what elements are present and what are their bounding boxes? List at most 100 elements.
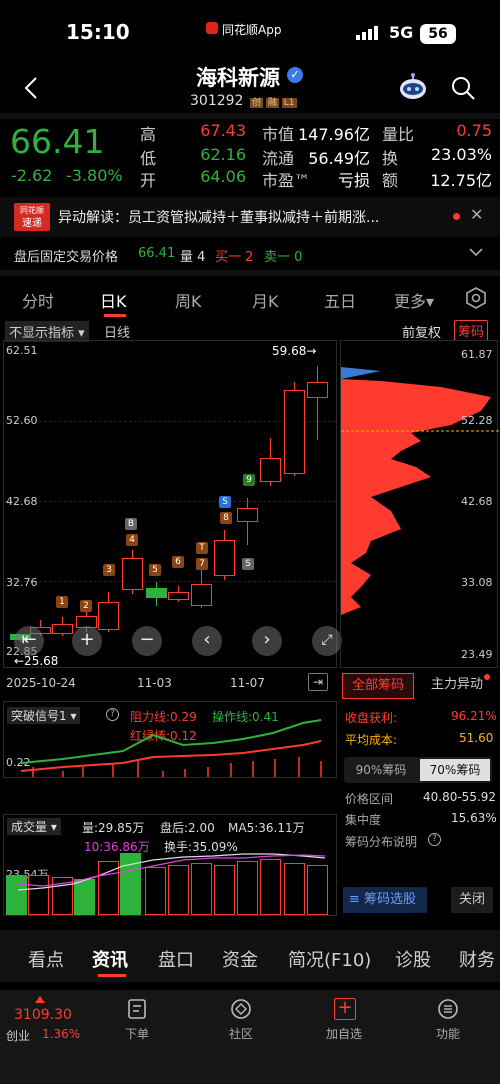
period-label: 日线 bbox=[104, 326, 131, 341]
stat-value: 23.03% bbox=[430, 145, 492, 164]
all-chips-button[interactable]: 全部筹码 bbox=[342, 673, 414, 699]
candle bbox=[98, 602, 119, 630]
news-text: 异动解读：员工资管拟减持＋董事拟减持＋前期涨... bbox=[58, 210, 380, 226]
stat-label: 市盈™ bbox=[262, 171, 311, 190]
tab-highlights[interactable]: 看点 bbox=[28, 946, 64, 972]
community-icon[interactable] bbox=[230, 998, 252, 1020]
x-label-2: 11-03 bbox=[137, 676, 172, 690]
y-label-2: 52.60 bbox=[6, 414, 38, 427]
bottom-tabs: 看点 资讯 盘口 资金 简况(F10) 诊股 财务 bbox=[0, 930, 500, 982]
robot-assistant-icon[interactable] bbox=[398, 72, 428, 102]
tab-monthly-k[interactable]: 月K bbox=[252, 288, 279, 312]
jump-latest-icon[interactable]: ⇥ bbox=[308, 673, 328, 691]
candle bbox=[146, 588, 167, 598]
order-icon[interactable] bbox=[126, 998, 148, 1020]
nav-community[interactable]: 社区 bbox=[211, 1025, 271, 1042]
nav-functions[interactable]: 功能 bbox=[418, 1025, 478, 1042]
tab-intraday[interactable]: 分时 bbox=[22, 288, 54, 312]
fullscreen-icon[interactable]: ⤢ bbox=[312, 626, 342, 656]
chip-help-label[interactable]: 筹码分布说明 bbox=[345, 833, 417, 850]
add-watchlist-icon[interactable]: + bbox=[334, 998, 356, 1020]
nav-add-watchlist[interactable]: 加自选 bbox=[314, 1025, 374, 1042]
index-up-icon bbox=[35, 996, 45, 1003]
tab-more[interactable]: 更多▾ bbox=[394, 288, 434, 312]
candle bbox=[284, 390, 305, 474]
battery-indicator: 56 bbox=[420, 24, 456, 44]
signal-badge[interactable]: T bbox=[196, 542, 208, 554]
stat-value: 64.06 bbox=[200, 167, 246, 186]
main-force-button[interactable]: 主力异动 bbox=[420, 673, 494, 699]
candle-wick bbox=[317, 366, 319, 440]
candle bbox=[237, 508, 258, 522]
signal-badge[interactable]: 6 bbox=[172, 556, 184, 568]
candle bbox=[191, 584, 212, 606]
signal-badge[interactable]: 4 bbox=[126, 534, 138, 546]
adjust-label[interactable]: 前复权 bbox=[402, 322, 441, 341]
tab-diagnosis[interactable]: 诊股 bbox=[395, 946, 431, 972]
chip-select-button[interactable]: ≡ 筹码选股 bbox=[343, 887, 427, 913]
pct-toggle: 90%筹码 70%筹码 bbox=[344, 757, 492, 783]
back-icon[interactable] bbox=[22, 76, 42, 99]
signal-badge[interactable]: 2 bbox=[80, 600, 92, 612]
stat-value: 亏损 bbox=[337, 171, 370, 190]
indicator-select[interactable]: 不显示指标 ▾ bbox=[5, 321, 89, 342]
zoom-out-button[interactable]: − bbox=[132, 626, 162, 656]
index-value[interactable]: 3109.30 bbox=[14, 1007, 72, 1023]
candle bbox=[260, 458, 281, 482]
signal-badge[interactable]: B bbox=[125, 518, 137, 530]
nav-order[interactable]: 下单 bbox=[107, 1025, 167, 1042]
signal-badge[interactable]: 8 bbox=[220, 512, 232, 524]
tab-f10[interactable]: 简况(F10) bbox=[288, 946, 371, 972]
chip-toggle-button[interactable]: 筹码 bbox=[454, 320, 489, 341]
price-range-label: 价格区间 bbox=[345, 792, 394, 806]
close-news-icon[interactable]: ✕ bbox=[470, 205, 483, 224]
tab-finance[interactable]: 财务 bbox=[459, 946, 495, 972]
chip-y-label-4: 33.08 bbox=[461, 576, 493, 589]
scroll-left-button[interactable]: ‹ bbox=[192, 626, 222, 656]
tab-daily-k[interactable]: 日K bbox=[100, 288, 127, 312]
stat-value: 0.75 bbox=[456, 121, 492, 140]
help-icon[interactable]: ? bbox=[428, 833, 441, 846]
news-banner[interactable]: 同花顺 速递 异动解读：员工资管拟减持＋董事拟减持＋前期涨... ✕ bbox=[0, 197, 500, 237]
candle bbox=[52, 624, 73, 634]
tab-funds[interactable]: 资金 bbox=[222, 946, 258, 972]
shrink-left-icon[interactable]: ⇤ bbox=[14, 626, 44, 656]
chip-y-label-5: 23.49 bbox=[461, 648, 493, 661]
index-name: 创业 bbox=[6, 1029, 31, 1043]
stat-label: 低 bbox=[140, 149, 157, 168]
signal-badge[interactable]: 3 bbox=[103, 564, 115, 576]
news-logo-top: 同花顺 bbox=[20, 206, 44, 215]
signal-badge[interactable]: 7 bbox=[196, 558, 208, 570]
low-marker: ←25.68 bbox=[14, 654, 59, 668]
chevron-down-icon[interactable] bbox=[468, 244, 484, 260]
high-marker: 59.68→ bbox=[272, 344, 317, 358]
avg-cost-value: 51.60 bbox=[459, 731, 494, 745]
tag-chuang: 创 bbox=[250, 98, 264, 108]
avg-cost-label: 平均成本: bbox=[345, 733, 398, 747]
news-logo: 同花顺 速递 bbox=[14, 203, 50, 231]
stat-value: 62.16 bbox=[200, 145, 246, 164]
tab-order-book[interactable]: 盘口 bbox=[158, 946, 194, 972]
after-hours-sell: 卖一 0 bbox=[264, 250, 303, 265]
signal-badge[interactable]: S bbox=[219, 496, 231, 508]
signal-badge[interactable]: 1 bbox=[56, 596, 68, 608]
pct-90-button[interactable]: 90%筹码 bbox=[346, 759, 416, 781]
tab-five-day[interactable]: 五日 bbox=[324, 288, 356, 312]
stat-value: 147.96亿 bbox=[298, 125, 370, 144]
scroll-right-button[interactable]: › bbox=[252, 626, 282, 656]
tab-news[interactable]: 资讯 bbox=[92, 946, 128, 972]
signal-badge[interactable]: S bbox=[242, 558, 254, 570]
settings-icon[interactable] bbox=[464, 286, 488, 310]
pct-70-button[interactable]: 70%筹码 bbox=[420, 759, 490, 781]
stat-value: 12.75亿 bbox=[430, 171, 492, 190]
tab-weekly-k[interactable]: 周K bbox=[175, 288, 202, 312]
signal-badge[interactable]: 5 bbox=[149, 564, 161, 576]
zoom-in-button[interactable]: + bbox=[72, 626, 102, 656]
candle bbox=[214, 540, 235, 576]
tag-l1: L1 bbox=[281, 98, 297, 108]
chip-close-button[interactable]: 关闭 bbox=[451, 887, 493, 913]
search-icon[interactable] bbox=[450, 75, 476, 101]
after-hours-volume: 量 4 bbox=[180, 250, 206, 265]
signal-badge[interactable]: 9 bbox=[243, 474, 255, 486]
menu-icon[interactable] bbox=[437, 998, 459, 1020]
